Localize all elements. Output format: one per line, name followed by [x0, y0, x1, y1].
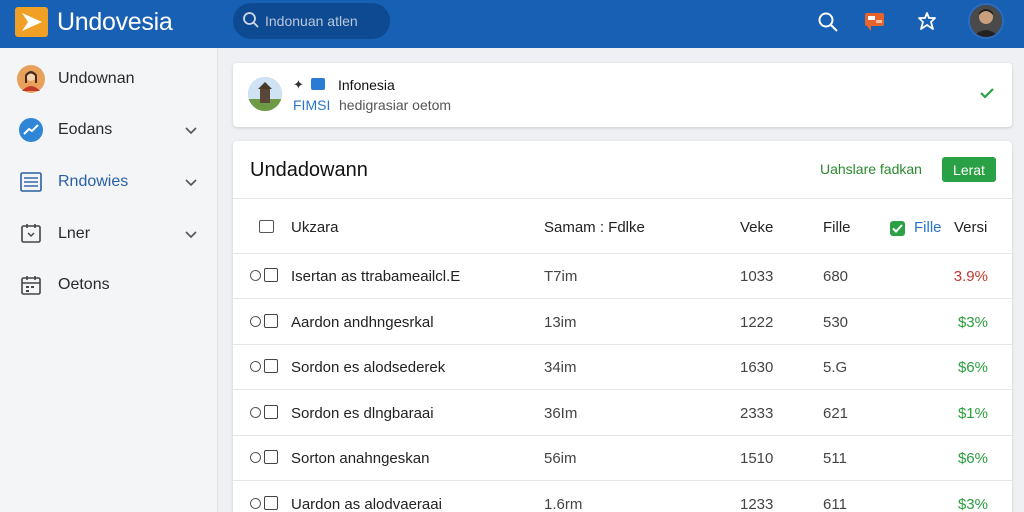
card-link[interactable]: Uahslare fadkan	[820, 161, 922, 177]
cell-pct: 3.9%	[953, 268, 988, 285]
sidebar-item-label: Eodans	[58, 121, 113, 138]
cell-pct: $3%	[957, 313, 988, 331]
search-icon	[243, 12, 259, 28]
cell-num: 1233	[740, 495, 774, 512]
column-header-size[interactable]: Samam : Fdlke	[544, 219, 645, 236]
cell-file: 511	[823, 450, 847, 467]
logo-icon[interactable]	[15, 7, 48, 37]
avatar[interactable]	[968, 3, 1004, 39]
table-header: Ukzara Samam : Fdlke Veke Fille Fille Ve…	[233, 199, 1012, 254]
search-box[interactable]	[233, 3, 390, 39]
sidebar: Undownan Eodans Rndowies Lner Oetons	[0, 48, 218, 512]
sidebar-item-label: Oetons	[58, 276, 110, 293]
cell-num: 2333	[740, 404, 774, 422]
cell-pct: $6%	[957, 450, 988, 467]
radio-button[interactable]	[250, 361, 261, 372]
cell-size: 1.6rm	[544, 495, 583, 512]
row-checkbox[interactable]	[264, 404, 278, 419]
table-row[interactable]: Sordon es dlngbaraai 36Im 2333 621 $1%	[233, 391, 1012, 436]
sidebar-item-label: Lner	[58, 225, 91, 242]
calendar-icon	[17, 271, 45, 299]
search-icon[interactable]	[815, 9, 841, 35]
row-checkbox[interactable]	[264, 359, 278, 373]
cell-name: Aardon andhngesrkal	[291, 313, 434, 331]
radio-button[interactable]	[250, 406, 261, 418]
select-all-icon[interactable]	[259, 220, 274, 233]
row-checkbox[interactable]	[264, 268, 278, 282]
cell-file: 530	[823, 313, 849, 331]
table-row[interactable]: Isertan as ttrabameailcl.E T7im 1033 680 3.9…	[233, 254, 1012, 299]
cell-file: 621	[823, 404, 849, 422]
cell-pct: $3%	[957, 495, 988, 512]
top-bar: Undovesia	[0, 0, 1024, 48]
search-input[interactable]	[265, 9, 383, 33]
cell-num: 1630	[740, 359, 774, 376]
avatar	[17, 65, 45, 93]
cell-num: 1222	[740, 313, 774, 331]
flag-icon[interactable]	[862, 9, 888, 35]
cell-pct: $6%	[957, 359, 988, 376]
flag-icon	[311, 78, 325, 90]
cell-file: 611	[823, 495, 847, 512]
check-icon[interactable]	[978, 85, 996, 101]
column-header-file[interactable]: Fille	[823, 219, 851, 236]
notice-text: hedigrasiar oetom	[339, 97, 452, 113]
sidebar-item-label: Rndowies	[58, 173, 129, 190]
notice-title: Infonesia	[338, 77, 395, 93]
radio-button[interactable]	[250, 315, 261, 327]
cell-name: Sordon es alodsederek	[291, 359, 446, 376]
row-checkbox[interactable]	[264, 450, 278, 464]
cell-name: Sorton anahngeskan	[291, 450, 430, 467]
radio-button[interactable]	[250, 452, 261, 463]
brand-name: Undovesia	[57, 8, 173, 36]
chevron-down-icon[interactable]	[184, 227, 198, 241]
thumbnail-image	[248, 77, 282, 111]
cell-num: 1510	[740, 450, 774, 467]
cell-name: Isertan as ttrabameailcl.E	[291, 268, 461, 285]
cell-size: 56im	[544, 450, 577, 467]
chart-icon	[17, 116, 45, 144]
cell-name: Uardon as alodvaeraai	[291, 495, 442, 512]
table-row[interactable]: Sorton anahngeskan 56im 1510 511 $6%	[233, 436, 1012, 481]
cell-size: 13im	[544, 313, 577, 331]
checkbox-checked-icon[interactable]	[890, 221, 905, 236]
board-icon	[17, 220, 45, 248]
chevron-down-icon[interactable]	[184, 123, 198, 137]
cell-file: 5.G	[823, 359, 848, 376]
cell-num: 1033	[740, 268, 774, 285]
cell-pct: $1%	[957, 404, 988, 422]
card-title: Undadowann	[250, 159, 368, 181]
cell-name: Sordon es dlngbaraai	[291, 404, 434, 422]
table-row[interactable]: Aardon andhngesrkal 13im 1222 530 $3%	[233, 300, 1012, 345]
column-header-pct[interactable]: Versi	[954, 219, 987, 236]
sidebar-item-lner[interactable]: Lner	[0, 212, 218, 256]
radio-button[interactable]	[250, 497, 261, 509]
pin-icon: ✦	[293, 77, 304, 92]
radio-button[interactable]	[250, 270, 261, 281]
column-header-num[interactable]: Veke	[740, 219, 773, 236]
chevron-down-icon[interactable]	[184, 175, 198, 189]
table-row[interactable]: Sordon es alodsederek 34im 1630 5.G $6%	[233, 345, 1012, 390]
table-row[interactable]: Uardon as alodvaeraai 1.6rm 1233 611 $3%	[233, 482, 1012, 512]
row-checkbox[interactable]	[264, 313, 278, 328]
sidebar-item-eodans[interactable]: Eodans	[0, 108, 218, 152]
puzzle-icon[interactable]	[914, 9, 940, 35]
cell-size: T7im	[544, 268, 578, 285]
list-icon	[17, 168, 45, 196]
row-checkbox[interactable]	[264, 495, 278, 510]
column-header-name[interactable]: Ukzara	[291, 219, 339, 236]
notification-card[interactable]: ✦ Infonesia FIMSI hedigrasiar oetom	[233, 63, 1012, 127]
cell-size: 36Im	[544, 404, 578, 422]
sidebar-item-rndowies[interactable]: Rndowies	[0, 160, 218, 204]
card-action-button[interactable]: Lerat	[942, 157, 996, 182]
sidebar-item-label: Undownan	[58, 70, 135, 87]
column-header-check-label[interactable]: Fille	[914, 219, 942, 236]
downloads-card: Undadowann Uahslare fadkan Lerat Ukzara …	[233, 141, 1012, 512]
notice-tag: FIMSI	[293, 97, 331, 113]
cell-file: 680	[823, 268, 849, 285]
sidebar-item-oetons[interactable]: Oetons	[0, 263, 218, 307]
cell-size: 34im	[544, 359, 577, 376]
sidebar-item-undownan[interactable]: Undownan	[0, 57, 218, 101]
